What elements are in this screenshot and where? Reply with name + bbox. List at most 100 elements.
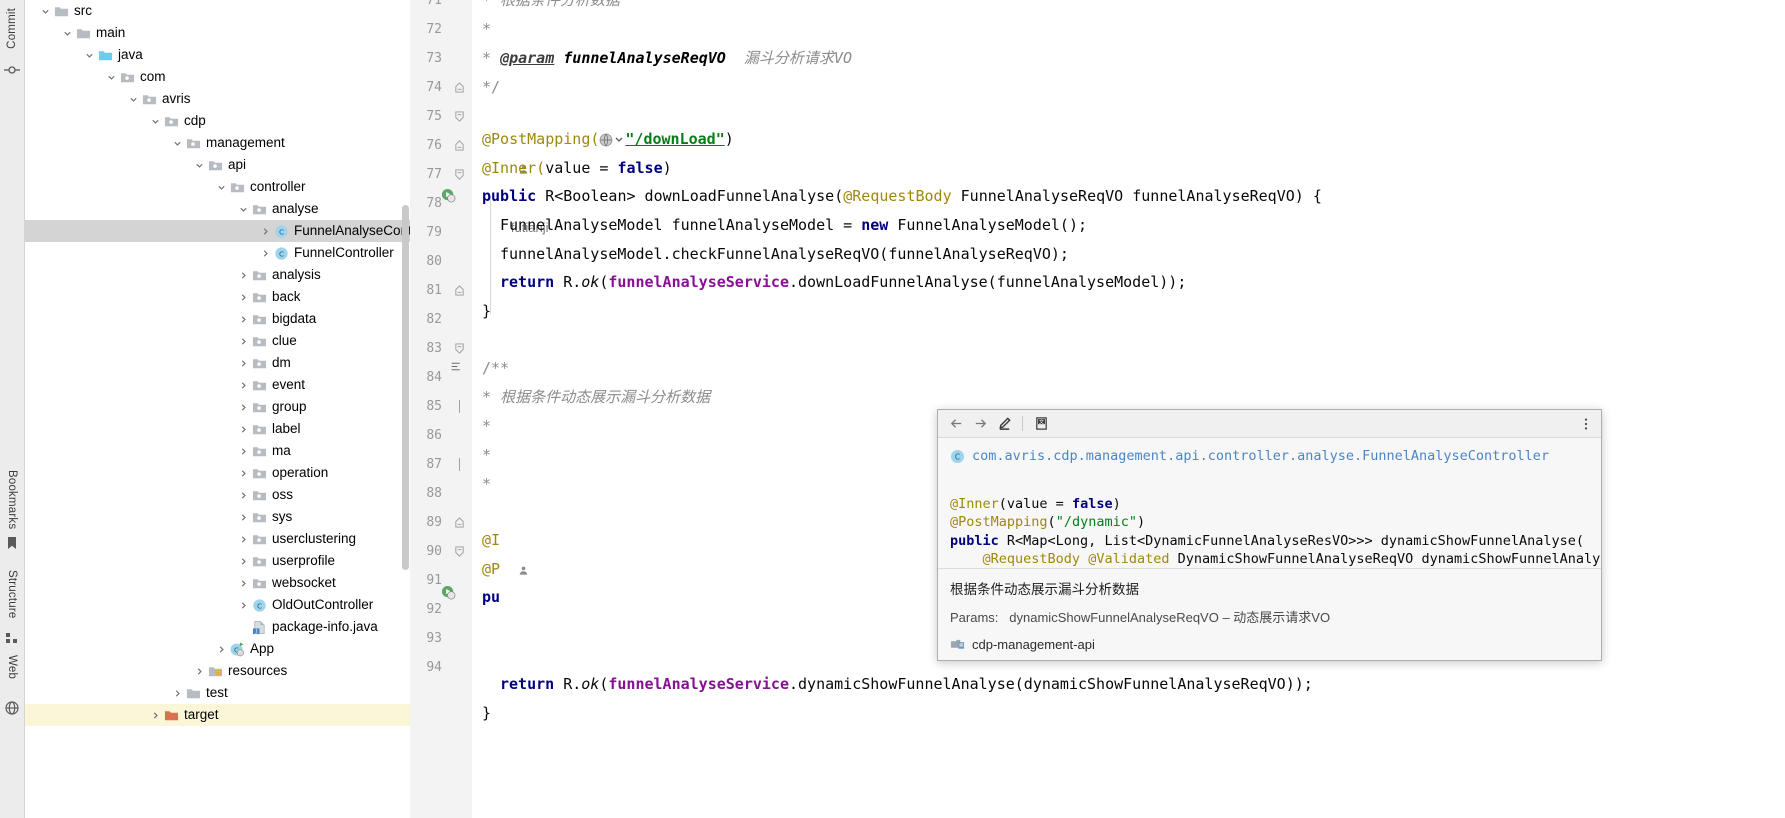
popup-fqn-row[interactable]: C com.avris.cdp.management.api.controlle… [950,448,1589,464]
tree-item-oldoutcontroller[interactable]: C OldOutController [25,594,410,616]
more-options-icon[interactable] [1577,414,1595,434]
tree-item-management[interactable]: management [25,132,410,154]
tree-item-package-info-java[interactable]: Jpackage-info.java [25,616,410,638]
tree-item-funnelanalysecontroller[interactable]: C FunnelAnalyseController [25,220,410,242]
structure-icon[interactable] [4,630,20,646]
tree-item-label[interactable]: label [25,418,410,440]
chevron-right-icon[interactable] [237,330,250,352]
chevron-right-icon[interactable] [237,550,250,572]
fold-marker[interactable] [452,73,466,102]
tree-item-app[interactable]: C App [25,638,410,660]
fold-marker[interactable] [452,508,466,537]
tool-button-structure[interactable]: Structure [6,570,18,618]
tree-item-userprofile[interactable]: userprofile [25,550,410,572]
chevron-right-icon[interactable] [149,704,162,726]
fold-marker[interactable] [452,102,466,131]
chevron-down-icon[interactable] [171,132,184,154]
forward-arrow-icon[interactable] [968,413,992,435]
tree-item-resources[interactable]: resources [25,660,410,682]
chevron-right-icon[interactable] [237,440,250,462]
chevron-down-icon[interactable] [237,198,250,220]
edit-pencil-icon[interactable] [992,413,1016,435]
bookmark-icon[interactable] [4,535,20,551]
commit-icon[interactable] [4,62,20,78]
url-gutter-icon[interactable] [599,128,625,157]
popup-fqn-text[interactable]: com.avris.cdp.management.api.controller.… [972,448,1549,464]
tool-button-bookmarks[interactable]: Bookmarks [6,470,18,529]
popup-toolbar[interactable]: 文 [938,410,1601,438]
chevron-down-icon[interactable] [83,44,96,66]
tree-item-userclustering[interactable]: userclustering [25,528,410,550]
tree-item-target[interactable]: target [25,704,410,726]
mapping-url[interactable]: "/downLoad" [625,130,724,148]
popup-module-name[interactable]: cdp-management-api [972,637,1095,652]
chevron-right-icon[interactable] [237,352,250,374]
tree-item-oss[interactable]: oss [25,484,410,506]
chevron-down-icon[interactable] [193,154,206,176]
chevron-right-icon[interactable] [171,682,184,704]
tree-item-sys[interactable]: sys [25,506,410,528]
tree-item-src[interactable]: src [25,0,410,22]
chevron-right-icon[interactable] [237,264,250,286]
project-tree[interactable]: src main java com avris cdp management api contr… [25,0,410,818]
editor-gutter[interactable]: 71 72 73 74 75 76 77 78 79 80 81 82 83 84 85 86 87 88 89 90… [410,0,472,818]
back-arrow-icon[interactable] [944,413,968,435]
run-method-icon[interactable] [440,181,456,210]
chevron-right-icon[interactable] [259,220,272,242]
chevron-right-icon[interactable] [237,462,250,484]
changed-lines-icon[interactable] [448,352,464,381]
chevron-down-icon[interactable] [149,110,162,132]
chevron-right-icon[interactable] [237,418,250,440]
tree-item-test[interactable]: test [25,682,410,704]
chevron-right-icon[interactable] [237,286,250,308]
tree-item-clue[interactable]: clue [25,330,410,352]
tree-item-funnelcontroller[interactable]: C FunnelController [25,242,410,264]
fold-marker[interactable] [452,392,466,421]
chevron-down-icon[interactable] [39,0,52,22]
chevron-down-icon[interactable] [105,66,118,88]
run-method-icon-2[interactable] [440,578,456,607]
chevron-right-icon[interactable] [237,528,250,550]
popup-module-row[interactable]: cdp-management-api [950,637,1589,652]
tree-scrollbar[interactable] [402,205,409,570]
chevron-right-icon[interactable] [237,572,250,594]
javadoc-param-tag[interactable]: @param [500,49,554,67]
tree-item-websocket[interactable]: websocket [25,572,410,594]
tree-item-main[interactable]: main [25,22,410,44]
chevron-right-icon[interactable] [193,660,206,682]
chevron-right-icon[interactable] [259,242,272,264]
quick-documentation-popup[interactable]: 文 C com.avris.cdp.management.api.control… [937,409,1602,661]
web-icon[interactable] [4,700,20,716]
tool-button-web[interactable]: Web [6,655,18,679]
tree-item-controller[interactable]: controller [25,176,410,198]
fold-marker[interactable] [452,276,466,305]
tree-item-cdp[interactable]: cdp [25,110,410,132]
chevron-right-icon[interactable] [215,638,228,660]
chevron-down-icon[interactable] [127,88,140,110]
tree-item-back[interactable]: back [25,286,410,308]
tree-item-dm[interactable]: dm [25,352,410,374]
fold-marker[interactable] [452,537,466,566]
tree-item-event[interactable]: event [25,374,410,396]
tree-item-group[interactable]: group [25,396,410,418]
tree-item-java[interactable]: java [25,44,410,66]
tree-item-avris[interactable]: avris [25,88,410,110]
tree-item-analyse[interactable]: analyse [25,198,410,220]
chevron-down-icon[interactable] [215,176,228,198]
fold-marker[interactable] [452,450,466,479]
chevron-right-icon[interactable] [237,484,250,506]
code-editor[interactable]: 71 72 73 74 75 76 77 78 79 80 81 82 83 84 85 86 87 88 89 90… [410,0,1785,818]
fold-marker[interactable] [452,131,466,160]
chevron-right-icon[interactable] [237,594,250,616]
tree-item-analysis[interactable]: analysis [25,264,410,286]
tree-item-ma[interactable]: ma [25,440,410,462]
tree-item-api[interactable]: api [25,154,410,176]
chevron-right-icon[interactable] [237,396,250,418]
chevron-right-icon[interactable] [237,506,250,528]
tree-item-operation[interactable]: operation [25,462,410,484]
tree-item-bigdata[interactable]: bigdata [25,308,410,330]
chevron-right-icon[interactable] [237,374,250,396]
translate-icon[interactable]: 文 [1029,413,1053,435]
chevron-right-icon[interactable] [237,308,250,330]
tool-button-commit[interactable]: Commit [6,8,18,49]
